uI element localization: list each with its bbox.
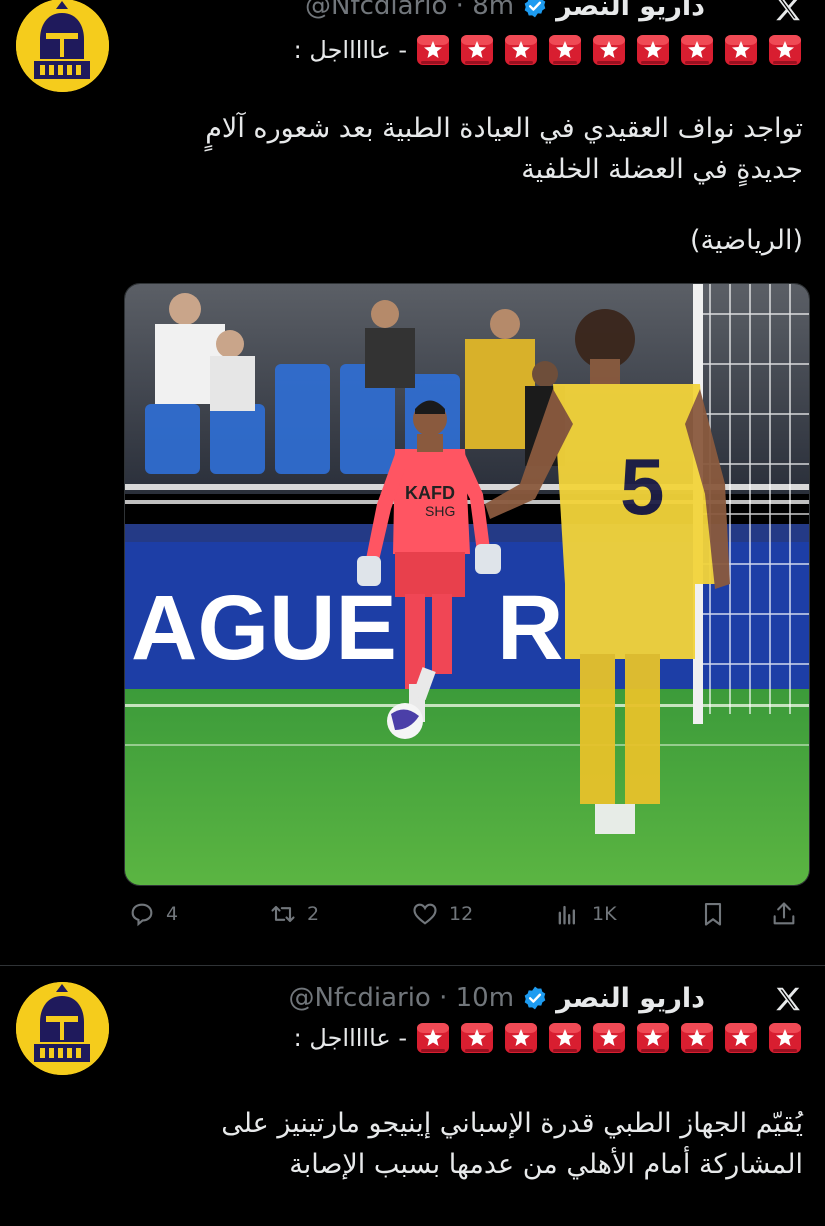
siren-icon <box>503 1020 539 1056</box>
siren-icon <box>635 32 671 68</box>
tweet-meta: @Nfcdiario · 10m <box>288 983 514 1013</box>
knight-logo-icon <box>16 0 109 92</box>
tweet-1[interactable]: داريو النصر @Nfcdiario · 8m - عاااااجل :… <box>0 0 825 966</box>
retweet-button[interactable]: 2 <box>269 900 319 928</box>
views-button[interactable]: 1K <box>554 900 617 928</box>
author-name[interactable]: داريو النصر <box>556 983 705 1014</box>
knight-logo-icon <box>16 982 109 1075</box>
retweet-icon <box>271 905 295 923</box>
bookmark-icon <box>704 903 722 926</box>
views-icon <box>558 905 575 925</box>
alert-line: - عاااااجل : <box>294 32 803 68</box>
share-button[interactable] <box>770 900 798 928</box>
siren-icon <box>679 32 715 68</box>
siren-icon <box>767 32 803 68</box>
siren-icon <box>459 32 495 68</box>
reply-count: 4 <box>166 903 179 925</box>
author-name[interactable]: داريو النصر <box>556 0 705 22</box>
views-count: 1K <box>592 903 617 925</box>
share-icon <box>773 902 795 925</box>
author-handle[interactable]: @Nfcdiario <box>305 0 447 21</box>
board-text-left: AGUE <box>131 577 397 679</box>
author-handle[interactable]: @Nfcdiario <box>288 983 430 1013</box>
tweet-2[interactable]: داريو النصر @Nfcdiario · 10m - عاااااجل … <box>0 966 825 1226</box>
siren-icon <box>723 32 759 68</box>
kit-sponsor-1: KAFD <box>405 483 455 503</box>
siren-icon <box>679 1020 715 1056</box>
tweet-header: داريو النصر @Nfcdiario · 10m <box>288 978 705 1018</box>
avatar[interactable] <box>16 982 109 1075</box>
siren-icon <box>503 32 539 68</box>
x-logo-icon <box>773 0 803 24</box>
tweet-time[interactable]: 8m <box>472 0 514 21</box>
siren-icon <box>415 32 451 68</box>
tweet-header: داريو النصر @Nfcdiario · 8m <box>305 0 705 26</box>
tweet-source: (الرياضية) <box>690 225 803 256</box>
tweet-text: تواجد نواف العقيدي في العيادة الطبية بعد… <box>205 113 803 185</box>
verified-badge-icon <box>522 0 548 19</box>
tweet-actions: 4 2 12 1K <box>124 892 807 940</box>
shirt-number: 5 <box>620 442 665 531</box>
siren-icon <box>547 32 583 68</box>
siren-icon <box>415 1020 451 1056</box>
football-photo: AGUE R KAFD SHG 5 <box>125 284 809 885</box>
siren-icon <box>547 1020 583 1056</box>
like-button[interactable]: 12 <box>411 900 473 928</box>
tweet-time[interactable]: 10m <box>456 983 514 1013</box>
reply-icon <box>131 903 153 927</box>
siren-icon <box>767 1020 803 1056</box>
like-count: 12 <box>449 903 474 925</box>
alert-line: - عاااااجل : <box>294 1020 803 1056</box>
siren-icon <box>459 1020 495 1056</box>
board-text-right: R <box>497 577 563 679</box>
alert-label: - عاااااجل : <box>293 36 407 64</box>
x-logo-icon <box>773 984 803 1014</box>
siren-icon <box>723 1020 759 1056</box>
tweet-text: يُقيّم الجهاز الطبي قدرة الإسباني إينيجو… <box>221 1108 803 1180</box>
avatar[interactable] <box>16 0 109 92</box>
heart-icon <box>413 903 437 925</box>
siren-icon <box>591 1020 627 1056</box>
alert-label: - عاااااجل : <box>293 1024 407 1052</box>
siren-icon <box>635 1020 671 1056</box>
kit-sponsor-2: SHG <box>425 503 455 519</box>
retweet-count: 2 <box>307 903 320 925</box>
bookmark-button[interactable] <box>699 900 727 928</box>
separator: · <box>455 0 464 21</box>
reply-button[interactable]: 4 <box>128 900 178 928</box>
tweet-photo[interactable]: AGUE R KAFD SHG 5 <box>124 283 810 886</box>
separator: · <box>439 983 448 1013</box>
tweet-meta: @Nfcdiario · 8m <box>305 0 514 21</box>
verified-badge-icon <box>522 985 548 1011</box>
siren-icon <box>591 32 627 68</box>
